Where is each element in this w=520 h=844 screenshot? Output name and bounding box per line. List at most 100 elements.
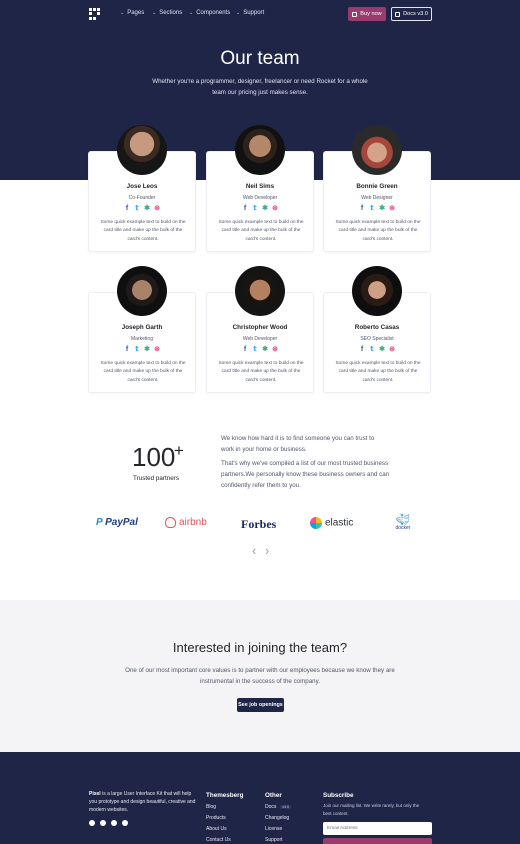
nav-item-pages[interactable]: ⌄ Pages [120,10,144,16]
forbes-logo: Forbes [241,517,277,531]
subscribe-button[interactable] [323,838,432,844]
member-socials: f 𝕥 ✱ ⊛ [207,346,313,354]
airbnb-logo: airbnb [165,517,207,528]
member-role: SEO Specialist [360,336,394,342]
carousel-prev-button[interactable]: ‹ [252,543,256,558]
facebook-icon[interactable]: f [358,205,366,213]
member-name: Roberto Casas [354,324,400,331]
cart-icon [352,11,358,17]
elastic-icon [310,517,322,529]
member-role: Web Developer [242,336,278,342]
member-socials: f 𝕥 ✱ ⊛ [324,205,430,213]
facebook-icon[interactable]: f [123,346,131,354]
slack-icon[interactable]: ✱ [378,346,386,354]
facebook-icon[interactable]: f [123,205,131,213]
hero-subtitle: Whether you're a programmer, designer, f… [152,78,368,96]
twitter-icon[interactable]: 𝕥 [133,346,141,354]
slack-icon[interactable]: ✱ [261,346,269,354]
book-icon [395,11,401,17]
footer-socials [89,820,133,828]
facebook-icon[interactable]: f [358,346,366,354]
join-title: Interested in joining the team? [172,640,348,655]
member-socials: f 𝕥 ✱ ⊛ [207,205,313,213]
docs-button[interactable]: Docs v3.0 [391,7,432,21]
docker-logo: 🐳︎ docker [393,514,413,532]
twitter-icon[interactable] [89,820,95,826]
facebook-icon[interactable] [100,820,106,826]
stats-paragraph-1: We know how hard it is to find someone y… [221,435,375,453]
member-socials: f 𝕥 ✱ ⊛ [89,205,195,213]
buy-now-button[interactable]: Buy now [348,7,386,21]
member-description: Some quick example text to build on the c… [335,220,421,242]
stat-plus: + [174,441,184,460]
dribbble-icon[interactable]: ⊛ [153,346,161,354]
member-role: Marketing [131,336,153,342]
twitter-icon[interactable]: 𝕥 [368,346,376,354]
slack-icon[interactable]: ✱ [143,346,151,354]
stat-label: Trusted partners [133,475,179,482]
nav-item-sections[interactable]: ⌄ Sections [152,10,182,16]
member-name: Bonnie Green [356,183,398,190]
twitter-icon[interactable]: 𝕥 [368,205,376,213]
slack-icon[interactable]: ✱ [378,205,386,213]
dribbble-icon[interactable]: ⊛ [271,205,279,213]
slack-icon[interactable]: ✱ [143,205,151,213]
member-name: Jose Leos [126,183,158,190]
logo-icon[interactable] [89,8,100,20]
twitter-icon[interactable]: 𝕥 [133,205,141,213]
facebook-icon[interactable]: f [241,346,249,354]
footer-link-contact-us[interactable]: Contact Us [206,837,231,843]
join-section: Interested in joining the team? One of o… [0,600,520,752]
member-socials: f 𝕥 ✱ ⊛ [89,346,195,354]
avatar [235,125,285,175]
member-role: Web Developer [242,195,278,201]
chevron-down-icon: ⌄ [120,10,125,16]
footer-link-blog[interactable]: Blog [206,804,216,810]
airbnb-icon [165,517,176,528]
stat-number: 100 [132,442,176,472]
member-description: Some quick example text to build on the c… [100,361,186,383]
dribbble-icon[interactable]: ⊛ [153,205,161,213]
member-name: Neil Sims [245,183,275,190]
stats-paragraph-2: That's why we've compiled a list of our … [221,460,390,489]
chevron-down-icon: ⌄ [236,10,241,16]
nav-item-support[interactable]: ⌄ Support [236,10,264,16]
dribbble-icon[interactable]: ⊛ [271,346,279,354]
twitter-icon[interactable]: 𝕥 [251,346,259,354]
footer-link-products[interactable]: Products [206,815,226,821]
footer-link-license[interactable]: License [265,826,282,832]
slack-icon[interactable]: ✱ [261,205,269,213]
navbar: ⌄ Pages ⌄ Sections ⌄ Components ⌄ Support Bu… [0,0,520,28]
see-job-openings-button[interactable]: See job openings [237,698,284,712]
whale-icon: 🐳︎ [396,514,410,526]
github-icon[interactable] [111,820,117,826]
dribbble-icon[interactable]: ⊛ [388,346,396,354]
dribbble-icon[interactable] [122,820,128,826]
footer-col-themesberg-title: Themesberg [206,792,244,799]
avatar [352,125,402,175]
version-badge: v3.0 [280,804,292,809]
nav-item-components[interactable]: ⌄ Components [189,10,230,16]
chevron-down-icon: ⌄ [152,10,157,16]
member-role: Co-Founder [128,195,156,201]
chevron-down-icon: ⌄ [189,10,194,16]
email-field[interactable] [323,822,432,835]
member-description: Some quick example text to build on the c… [218,361,304,383]
page-title: Our team [220,48,300,69]
subscribe-title: Subscribe [323,792,354,799]
footer-link-about-us[interactable]: About Us [206,826,227,832]
carousel-next-button[interactable]: › [265,543,269,558]
paypal-logo: P PayPal [96,517,138,528]
avatar [117,125,167,175]
join-text: One of our most important core values is… [125,667,395,685]
twitter-icon[interactable]: 𝕥 [251,205,259,213]
dribbble-icon[interactable]: ⊛ [388,205,396,213]
avatar [352,266,402,316]
member-role: Web Designer [361,195,393,201]
footer-link-changelog[interactable]: Changelog [265,815,289,821]
avatar [117,266,167,316]
footer-link-support[interactable]: Support [265,837,283,843]
facebook-icon[interactable]: f [241,205,249,213]
elastic-logo: elastic [310,517,353,529]
footer-link-docs[interactable]: Docs v3.0 [265,804,292,810]
